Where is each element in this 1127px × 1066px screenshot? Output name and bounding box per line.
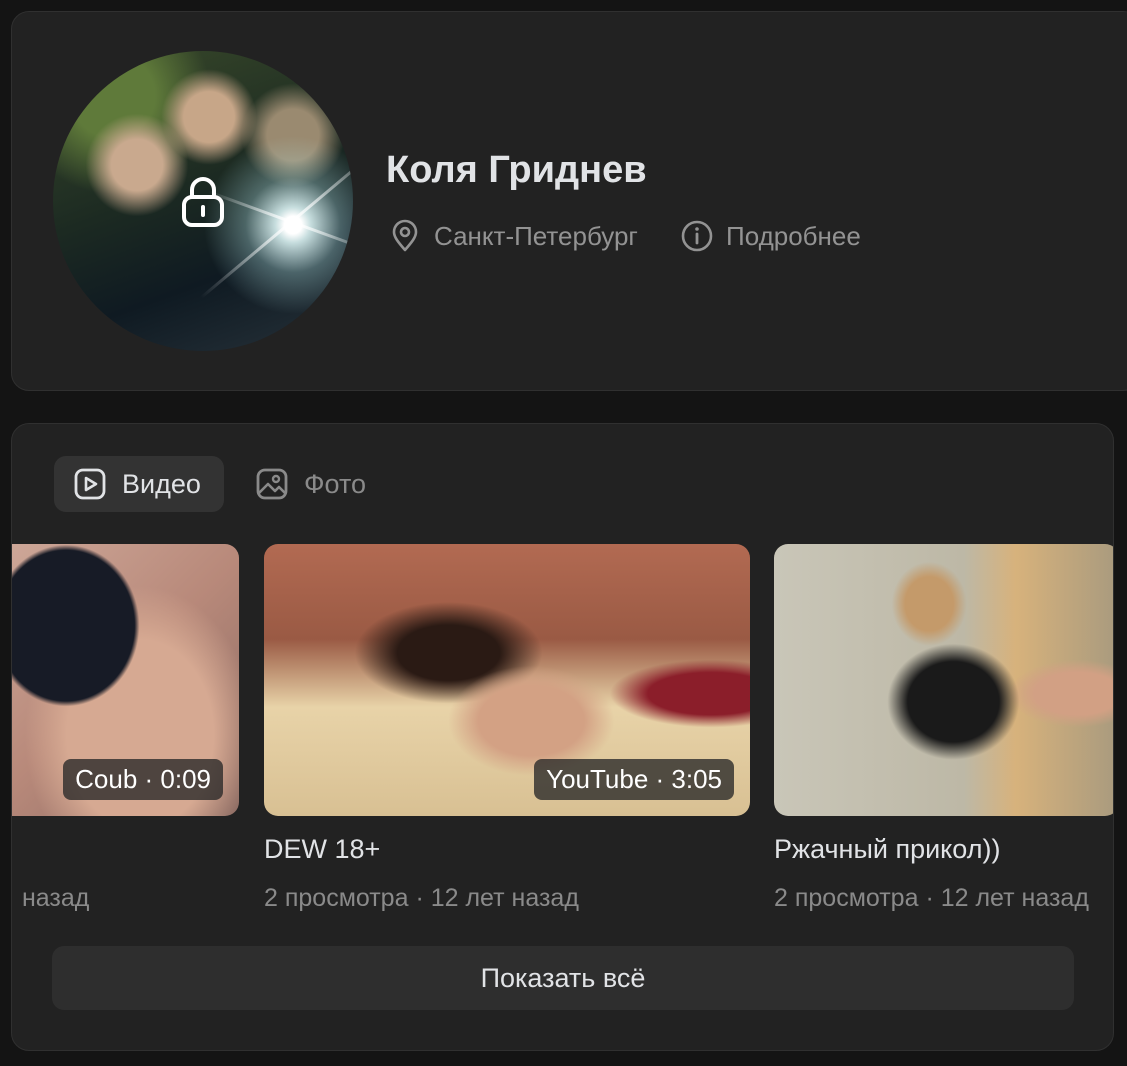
details-link[interactable]: Подробнее [680,216,861,256]
city-label: Санкт-Петербург [434,220,638,251]
tab-photo-label: Фото [304,468,367,499]
video-duration-badge: Coub · 0:09 [63,759,223,800]
city-info: Санкт-Петербург [388,216,638,256]
location-pin-icon [392,219,418,252]
video-icon [74,468,106,500]
video-title[interactable]: Ржачный прикол)) [774,834,1000,865]
avatar[interactable] [53,51,353,351]
video-title[interactable]: DEW 18+ [264,834,380,865]
video-thumbnail[interactable]: Coub · 0:09 [12,544,239,816]
media-card: Видео Фото Coub · 0:09 назад YouTube · 3… [11,423,1114,1051]
lock-icon [182,177,224,227]
tab-video-label: Видео [122,468,201,499]
avatar-light-flare-2 [207,190,353,255]
info-icon [681,220,713,252]
profile-card: Коля Гриднев Санкт-Петербург Подробнее [11,11,1127,391]
video-thumbnail[interactable]: YouTube · 3:05 [264,544,750,816]
show-all-button[interactable]: Показать всё [52,946,1074,1010]
tab-video[interactable]: Видео [54,456,224,512]
video-duration-badge: YouTube · 3:05 [534,759,734,800]
video-meta: назад [22,884,90,912]
photo-icon [256,468,288,500]
details-label: Подробнее [726,220,861,251]
video-thumbnail[interactable] [774,544,1113,816]
video-meta: 2 просмотра · 12 лет назад [264,884,579,912]
video-meta: 2 просмотра · 12 лет назад [774,884,1089,912]
tab-photo[interactable]: Фото [240,456,380,512]
profile-name: Коля Гриднев [386,149,647,191]
